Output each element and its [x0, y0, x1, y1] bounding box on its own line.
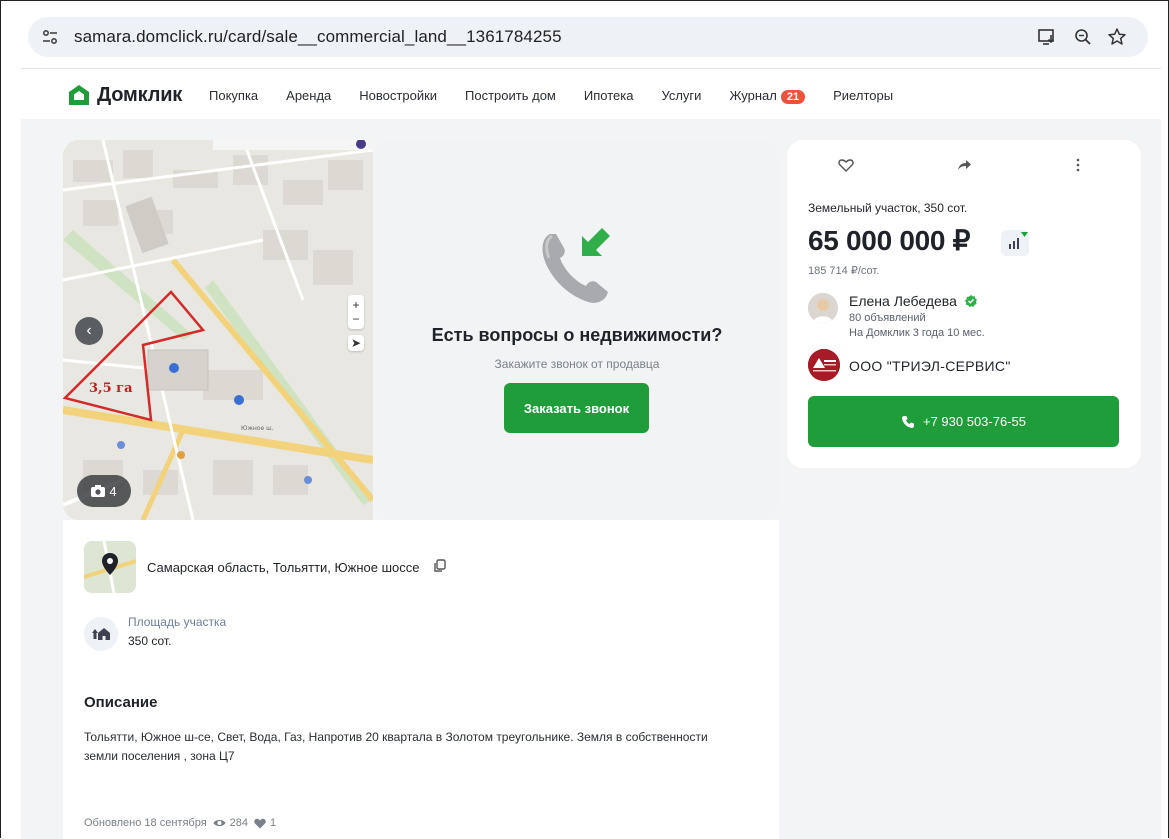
map-area-label: 3,5 га	[89, 381, 133, 396]
area-label: Площадь участка	[128, 615, 227, 629]
zoom-icon[interactable]	[1072, 26, 1094, 48]
favorites-count: 1	[270, 817, 277, 829]
camera-icon	[91, 485, 106, 497]
logo-text: Домклик	[97, 83, 183, 106]
listing-details: Самарская область, Тольятти, Южное шоссе…	[63, 520, 779, 839]
agent-listings-count: 80 объявлений	[849, 312, 926, 324]
address-text: Самарская область, Тольятти, Южное шоссе	[147, 560, 420, 575]
land-plot-icon	[92, 628, 110, 640]
call-prompt-title: Есть вопросы о недвижимости?	[431, 325, 723, 345]
site-header: Домклик Покупка Аренда Новостройки Постр…	[21, 69, 1161, 119]
listing-meta: Обновлено 18 сентября 284 1	[84, 817, 282, 829]
agent-tenure: На Домклик 3 года 10 мес.	[849, 327, 985, 339]
offer-price: 65 000 000 ₽	[808, 225, 971, 256]
agent-name: Елена Лебедева	[849, 293, 957, 309]
description-text: Тольятти, Южное ш-се, Свет, Вода, Газ, Н…	[84, 730, 708, 763]
nav-item-rent[interactable]: Аренда	[286, 88, 331, 104]
bookmark-star-icon[interactable]	[1106, 26, 1128, 48]
views-count: 284	[229, 817, 249, 829]
agent-name-row[interactable]: Елена Лебедева	[849, 293, 977, 309]
updated-date: Обновлено 18 сентября	[84, 817, 207, 829]
map-thumbnail-image	[84, 541, 136, 593]
nav-item-purchase[interactable]: Покупка	[209, 88, 258, 104]
phone-callback-icon	[542, 228, 610, 303]
company-logo[interactable]	[808, 349, 840, 381]
photo-gallery[interactable]: 3,5 га Южное ш. + − ➤ ‹ 4 Есть вопросы о…	[63, 140, 779, 520]
views-eye-icon	[213, 820, 226, 826]
phone-number: +7 930 503-76-55	[922, 414, 1026, 429]
nav-item-new-buildings[interactable]: Новостройки	[359, 88, 437, 104]
nav-item-mortgage[interactable]: Ипотека	[584, 88, 634, 104]
photo-count-value: 4	[109, 483, 117, 499]
share-arrow-icon[interactable]	[955, 156, 973, 174]
url-text[interactable]: samara.domclick.ru/card/sale__commercial…	[74, 27, 562, 47]
address-map-thumbnail[interactable]	[84, 541, 136, 593]
journal-badge: 21	[780, 90, 806, 104]
logo-house-icon	[69, 85, 89, 105]
company-name[interactable]: ООО "ТРИЭЛ-СЕРВИС"	[849, 358, 1011, 374]
nav-item-realtors[interactable]: Риелторы	[833, 88, 893, 104]
call-request-panel: Есть вопросы о недвижимости? Закажите зв…	[375, 140, 779, 520]
main-nav: Покупка Аренда Новостройки Построить дом…	[209, 88, 921, 104]
price-chart-icon	[1009, 232, 1028, 249]
nav-item-journal-label: Журнал	[729, 88, 777, 103]
nav-item-journal[interactable]: Журнал 21	[729, 88, 806, 104]
nav-item-build-house[interactable]: Построить дом	[465, 88, 556, 104]
browser-window: samara.domclick.ru/card/sale__commercial…	[0, 0, 1169, 839]
phone-icon	[901, 415, 914, 428]
map-image[interactable]: 3,5 га Южное ш. + − ➤	[63, 140, 373, 520]
copy-address-icon[interactable]	[433, 559, 447, 573]
price-history-button[interactable]	[1001, 230, 1029, 256]
address-bar[interactable]: samara.domclick.ru/card/sale__commercial…	[28, 17, 1148, 57]
agent-photo	[808, 293, 838, 323]
map-drawing: 3,5 га Южное ш.	[63, 140, 373, 520]
nav-item-services[interactable]: Услуги	[661, 88, 701, 104]
gallery-prev-button[interactable]: ‹	[75, 317, 103, 345]
site-settings-icon[interactable]	[40, 27, 60, 47]
price-per-area: 185 714 ₽/сот.	[808, 265, 880, 277]
domclick-logo[interactable]: Домклик	[67, 83, 182, 107]
more-menu-icon[interactable]	[1069, 156, 1087, 174]
favorite-heart-icon[interactable]	[837, 156, 855, 174]
verified-check-icon	[964, 295, 977, 307]
map-street-label: Южное ш.	[241, 425, 274, 432]
area-value: 350 сот.	[128, 634, 172, 648]
favorites-heart-icon	[254, 818, 266, 828]
agent-avatar[interactable]	[808, 293, 838, 323]
company-logo-mark	[808, 349, 840, 381]
photo-count-badge[interactable]: 4	[77, 475, 131, 507]
show-phone-button[interactable]: +7 930 503-76-55	[808, 396, 1119, 447]
offer-card: Земельный участок, 350 сот. 65 000 000 ₽…	[787, 140, 1141, 468]
map-locate-icon[interactable]: ➤	[348, 335, 364, 351]
area-icon-wrap	[84, 617, 118, 651]
request-call-button[interactable]: Заказать звонок	[504, 383, 649, 433]
install-app-icon[interactable]	[1036, 26, 1058, 48]
call-prompt-subtitle: Закажите звонок от продавца	[494, 357, 660, 371]
map-zoom-control[interactable]: + −	[348, 295, 364, 329]
description-heading: Описание	[84, 694, 158, 711]
offer-title: Земельный участок, 350 сот.	[808, 201, 968, 215]
